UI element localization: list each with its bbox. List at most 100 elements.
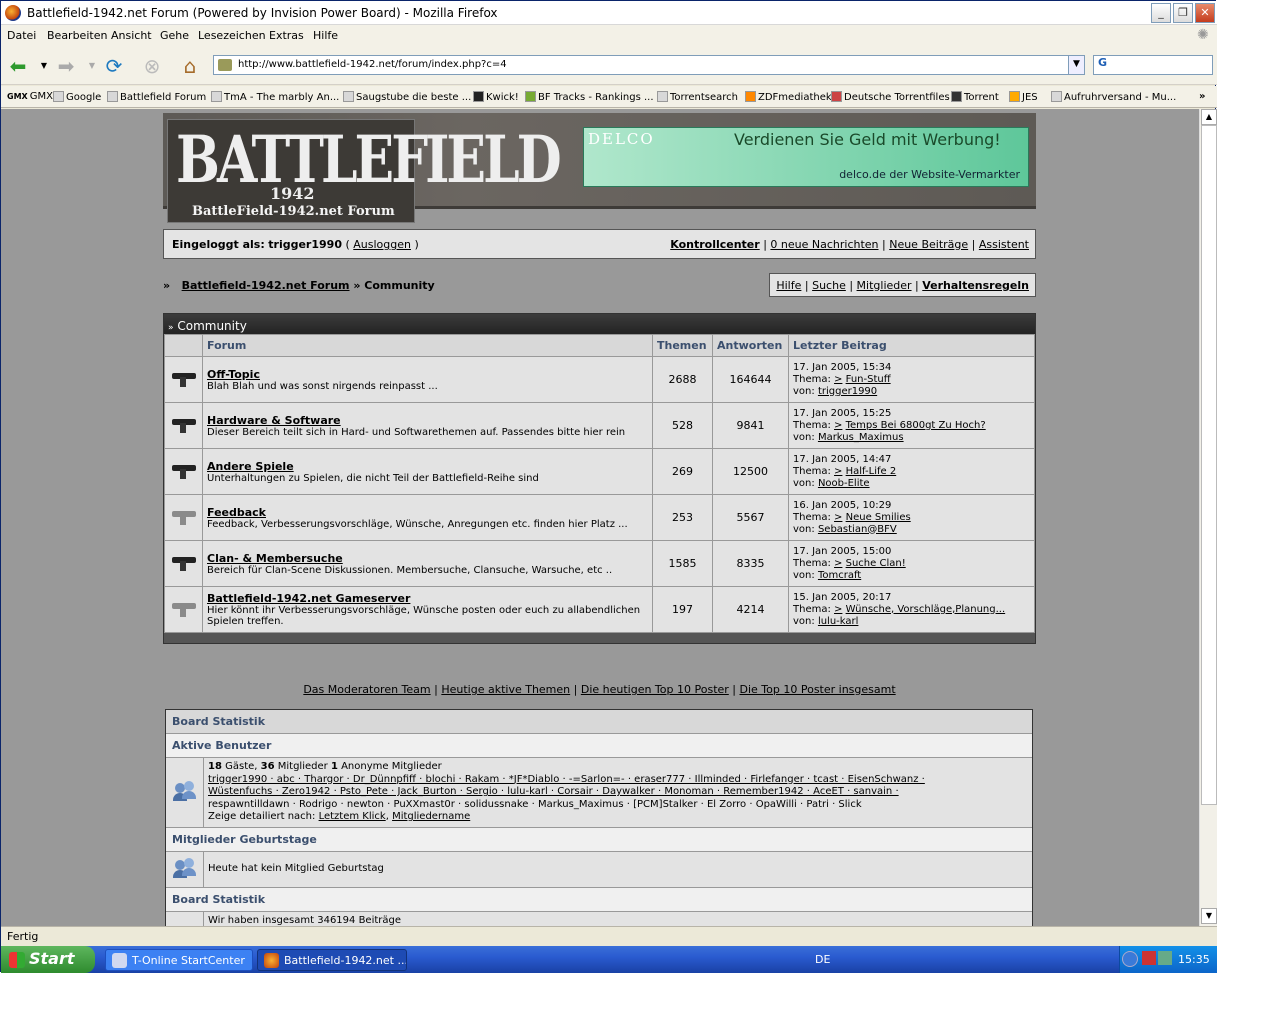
menu-ansicht[interactable]: Ansicht — [111, 29, 152, 42]
forward-dropdown-icon[interactable]: ▼ — [81, 55, 103, 77]
scroll-down-icon[interactable]: ▼ — [1201, 908, 1217, 924]
bookmark-saugstube[interactable]: Saugstube die beste ... — [343, 91, 471, 103]
forum-title-link[interactable]: Andere Spiele — [207, 460, 648, 473]
sort-last-click-link[interactable]: Letztem Klick — [319, 811, 386, 822]
category-community: » Community Forum Themen Antworten Letzt… — [163, 313, 1036, 644]
bookmark-tma[interactable]: TmA - The marbly An... — [211, 91, 339, 103]
task-tonline[interactable]: T-Online StartCenter — [105, 949, 253, 971]
logout-link[interactable]: Ausloggen — [353, 238, 411, 251]
back-icon[interactable]: ⬅ — [7, 55, 29, 77]
rules-link[interactable]: Verhaltensregeln — [922, 279, 1029, 292]
tray-app-icon[interactable] — [1142, 951, 1156, 965]
search-box[interactable]: G — [1093, 55, 1213, 75]
tray-expand-icon[interactable] — [1122, 951, 1138, 967]
collapse-icon[interactable]: » — [168, 323, 174, 333]
advertisement-banner[interactable]: DELCO Verdienen Sie Geld mit Werbung! de… — [583, 127, 1029, 187]
menu-lesezeichen[interactable]: Lesezeichen — [198, 29, 266, 42]
bookmark-deutsche-torrentfiles[interactable]: Deutsche Torrentfiles — [831, 91, 950, 103]
overall-top10-link[interactable]: Die Top 10 Poster insgesamt — [740, 683, 896, 696]
messages-link[interactable]: 0 neue Nachrichten — [770, 238, 878, 251]
last-post-author-link[interactable]: Tomcraft — [818, 570, 861, 581]
bookmarks-overflow-icon[interactable]: » — [1199, 91, 1205, 102]
task-firefox[interactable]: Battlefield-1942.net ... — [257, 949, 407, 971]
close-button[interactable]: ✕ — [1195, 3, 1215, 23]
last-post-arrow-icon[interactable]: > — [834, 512, 842, 523]
breadcrumb-root[interactable]: Battlefield-1942.net Forum — [182, 279, 350, 292]
last-post-author-link[interactable]: Noob-Elite — [818, 478, 870, 489]
bookmark-jes[interactable]: JES — [1009, 91, 1038, 103]
scroll-thumb[interactable] — [1201, 125, 1217, 805]
moderators-link[interactable]: Das Moderatoren Team — [303, 683, 430, 696]
minimize-button[interactable]: _ — [1151, 3, 1171, 23]
bookmark-bf-tracks[interactable]: BF Tracks - Rankings ... — [525, 91, 654, 103]
bookmark-gmx[interactable]: GMX GMX — [7, 91, 53, 102]
bookmark-kwick[interactable]: Kwick! — [473, 91, 519, 103]
last-post-topic-link[interactable]: Half-Life 2 — [846, 466, 897, 477]
forum-title-link[interactable]: Off-Topic — [207, 368, 648, 381]
forum-title-link[interactable]: Clan- & Membersuche — [207, 552, 648, 565]
address-dropdown-icon[interactable]: ▼ — [1068, 56, 1084, 74]
menu-hilfe[interactable]: Hilfe — [313, 29, 338, 42]
bookmark-zdfmediathek[interactable]: ZDFmediathek — [745, 91, 832, 103]
battlefield-logo[interactable]: BATTLEFIELD 1942 BattleField-1942.net Fo… — [167, 119, 562, 223]
forum-title-link[interactable]: Battlefield-1942.net Gameserver — [207, 592, 648, 605]
search-link[interactable]: Suche — [812, 279, 846, 292]
last-post-arrow-icon[interactable]: > — [834, 466, 842, 477]
last-post-arrow-icon[interactable]: > — [834, 558, 842, 569]
online-members-list[interactable]: trigger1990 · abc · Thargor · Dr_Dünnpfi… — [208, 774, 1028, 787]
last-post-author-link[interactable]: Markus_Maximus — [818, 432, 904, 443]
home-icon[interactable]: ⌂ — [179, 55, 201, 77]
bookmark-torrent[interactable]: Torrent — [951, 91, 999, 103]
stats-title: Board Statistik — [166, 710, 1032, 734]
tray-network-icon[interactable] — [1158, 951, 1172, 965]
new-posts-link[interactable]: Neue Beiträge — [889, 238, 968, 251]
last-post-topic-link[interactable]: Temps Bei 6800gt Zu Hoch? — [846, 420, 986, 431]
active-users-title: Aktive Benutzer — [166, 734, 1032, 758]
kontrollcenter-link[interactable]: Kontrollcenter — [670, 238, 759, 251]
forward-icon[interactable]: ➡ — [55, 55, 77, 77]
table-row: Hardware & Software Dieser Bereich teilt … — [164, 402, 1035, 449]
last-post-author-link[interactable]: Sebastian@BFV — [818, 524, 897, 535]
bookmark-battlefield-forum[interactable]: Battlefield Forum — [107, 91, 206, 103]
menu-gehe[interactable]: Gehe — [160, 29, 189, 42]
forum-status-icon — [170, 413, 198, 435]
title-bar: Battlefield-1942.net Forum (Powered by I… — [1, 1, 1217, 25]
last-post-topic-link[interactable]: Neue Smilies — [846, 512, 911, 523]
back-dropdown-icon[interactable]: ▼ — [33, 55, 55, 77]
last-post-arrow-icon[interactable]: > — [834, 374, 842, 385]
last-post-author-link[interactable]: lulu-karl — [818, 616, 858, 627]
reload-icon[interactable]: ⟳ — [103, 55, 125, 77]
birthdays-title: Mitglieder Geburtstage — [166, 827, 1032, 852]
forum-title-link[interactable]: Feedback — [207, 506, 648, 519]
address-bar[interactable]: http://www.battlefield-1942.net/forum/in… — [213, 55, 1085, 75]
language-indicator[interactable]: DE — [815, 953, 830, 966]
maximize-button[interactable]: ❐ — [1173, 3, 1193, 23]
assistant-link[interactable]: Assistent — [979, 238, 1029, 251]
last-post-author-link[interactable]: trigger1990 — [818, 386, 877, 397]
scroll-up-icon[interactable]: ▲ — [1201, 109, 1217, 125]
windows-flag-icon — [9, 952, 25, 968]
today-top10-link[interactable]: Die heutigen Top 10 Poster — [581, 683, 729, 696]
vertical-scrollbar[interactable]: ▲ ▼ — [1199, 109, 1217, 926]
online-members-list[interactable]: Wüstenfuchs · Zero1942 · Psto_Pete · Jac… — [208, 786, 1028, 799]
active-topics-link[interactable]: Heutige aktive Themen — [441, 683, 570, 696]
last-post-topic-link[interactable]: Suche Clan! — [846, 558, 906, 569]
bookmark-aufruhrversand[interactable]: Aufruhrversand - Mu... — [1051, 91, 1176, 103]
menu-bearbeiten[interactable]: Bearbeiten — [47, 29, 107, 42]
menu-extras[interactable]: Extras — [269, 29, 304, 42]
last-post-topic-link[interactable]: Wünsche, Vorschläge,Planung... — [846, 604, 1006, 615]
online-members-list[interactable]: respawntilldawn · Rodrigo · newton · PuX… — [208, 799, 1028, 812]
menu-datei[interactable]: Datei — [7, 29, 36, 42]
forum-title-link[interactable]: Hardware & Software — [207, 414, 648, 427]
help-link[interactable]: Hilfe — [776, 279, 801, 292]
last-post-arrow-icon[interactable]: > — [834, 604, 842, 615]
category-title[interactable]: Community — [177, 319, 246, 333]
members-link[interactable]: Mitglieder — [857, 279, 912, 292]
bookmark-google[interactable]: Google — [53, 91, 101, 103]
stop-icon[interactable]: ⊗ — [141, 55, 163, 77]
sort-membername-link[interactable]: Mitgliedername — [392, 811, 470, 822]
last-post-topic-link[interactable]: Fun-Stuff — [846, 374, 891, 385]
start-button[interactable]: Start — [1, 946, 95, 973]
bookmark-torrentsearch[interactable]: Torrentsearch — [657, 91, 738, 103]
last-post-arrow-icon[interactable]: > — [834, 420, 842, 431]
